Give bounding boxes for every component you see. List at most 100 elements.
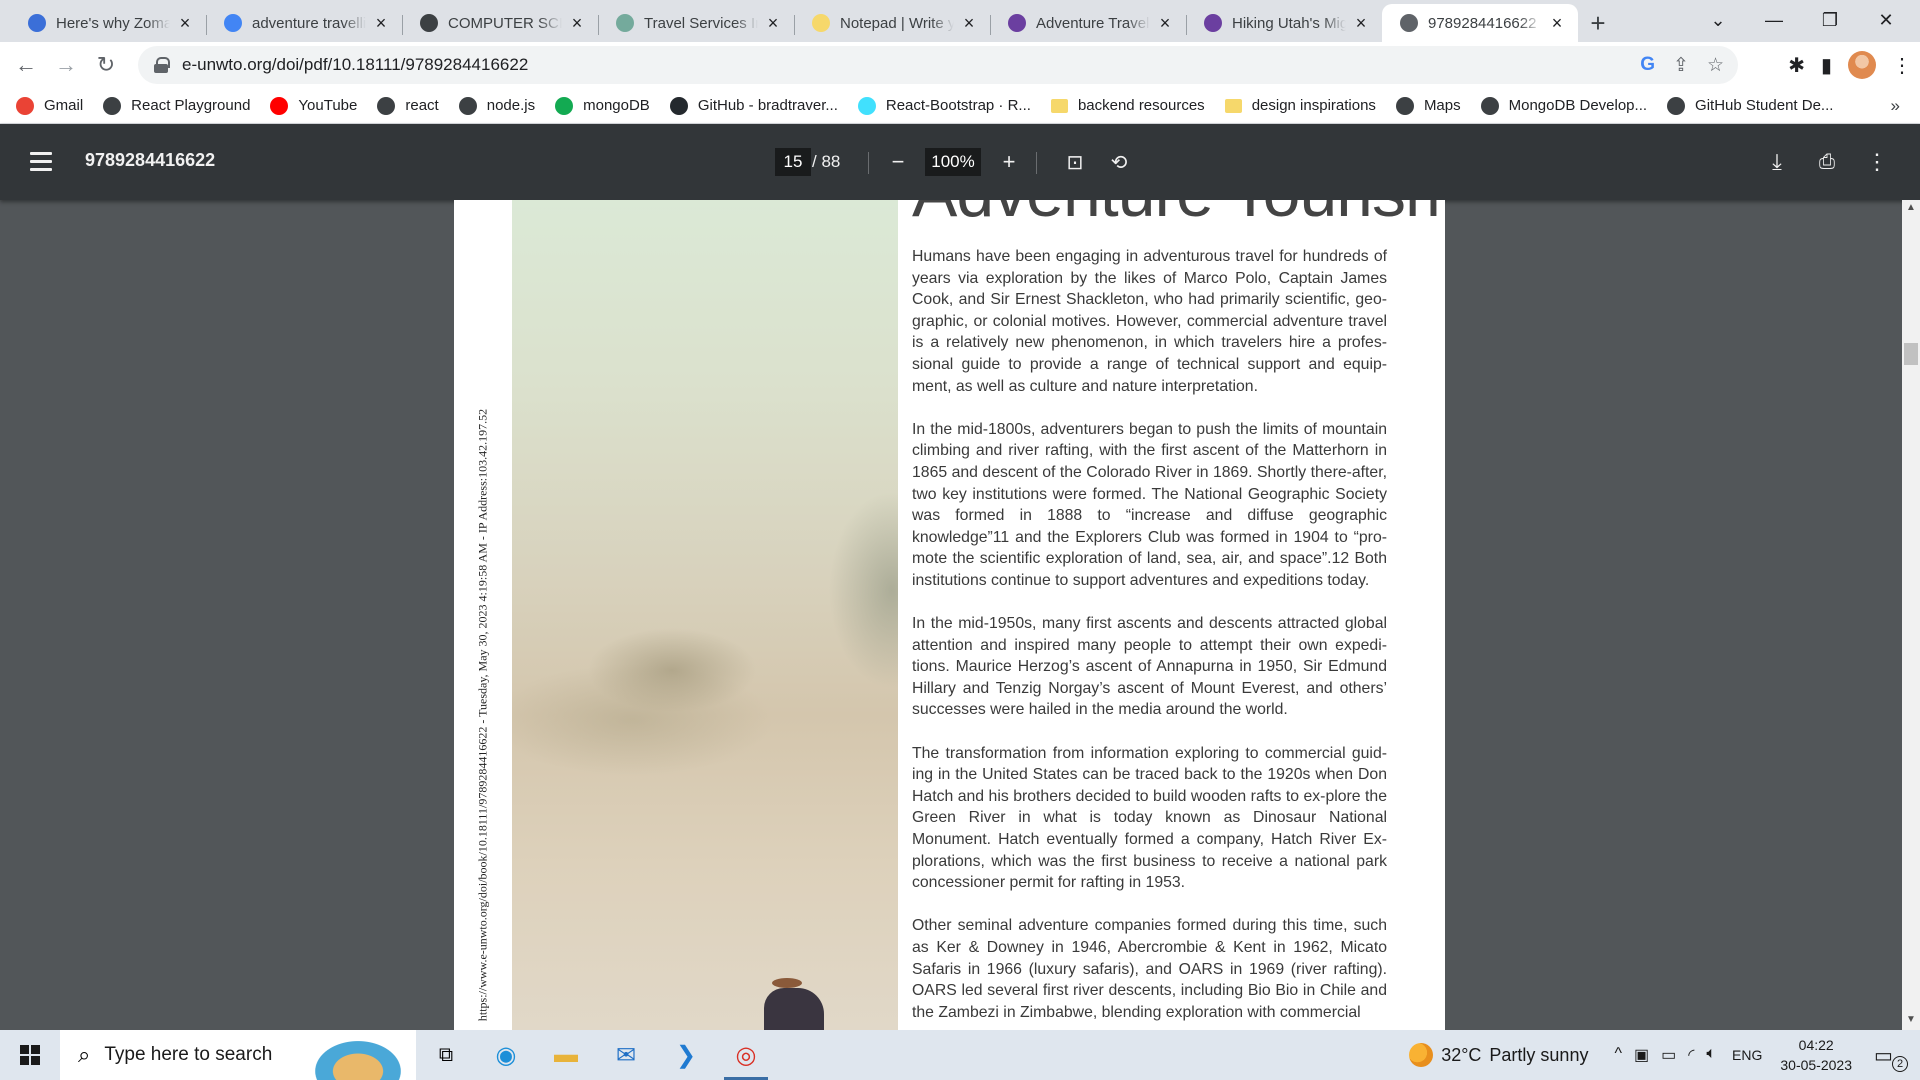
bookmark-item[interactable]: node.js	[458, 96, 535, 115]
google-lens-icon[interactable]: G	[1640, 54, 1655, 76]
reload-icon[interactable]: ↻	[86, 45, 126, 85]
edge-browser-icon[interactable]: ◉	[476, 1030, 536, 1080]
browser-tab[interactable]: Notepad | Write your ×	[794, 4, 990, 42]
browser-tab[interactable]: Travel Services Inc ×	[598, 4, 794, 42]
meet-now-icon[interactable]: ▣	[1634, 1045, 1649, 1065]
bookmark-label: Gmail	[44, 97, 84, 114]
chrome-menu-icon[interactable]: ⋮	[1892, 53, 1912, 78]
profile-avatar[interactable]	[1848, 51, 1876, 79]
bookmark-item[interactable]: backend resources	[1050, 97, 1205, 114]
back-arrow-icon[interactable]: ←	[6, 45, 46, 85]
url-text[interactable]: e-unwto.org/doi/pdf/10.18111/97892844166…	[182, 55, 528, 75]
scrollbar-thumb[interactable]	[1904, 343, 1918, 365]
bookmarks-bar: Gmail React Playground YouTube react node.js…	[0, 88, 1920, 124]
restore-icon[interactable]: ❐	[1802, 0, 1858, 40]
pdf-more-icon[interactable]: ⋮	[1861, 146, 1893, 178]
mongodb-icon	[555, 96, 574, 115]
tab-close-icon[interactable]: ×	[176, 13, 194, 33]
bookmark-item[interactable]: GitHub Student De...	[1667, 96, 1833, 115]
mail-icon[interactable]: ✉	[596, 1030, 656, 1080]
windows-start-button[interactable]	[0, 1030, 60, 1080]
news-icon	[28, 14, 46, 32]
tab-close-icon[interactable]: ×	[568, 13, 586, 33]
notification-center-icon[interactable]: ▭ 2	[1874, 1043, 1908, 1072]
bookmark-item[interactable]: Maps	[1395, 96, 1461, 115]
bookmark-item[interactable]: Gmail	[16, 96, 84, 115]
bookmark-list: Gmail React Playground YouTube react node.js…	[16, 96, 1853, 115]
lock-icon[interactable]	[154, 57, 170, 73]
bookmark-item[interactable]: design inspirations	[1224, 97, 1376, 114]
print-icon[interactable]: ⎙	[1811, 146, 1843, 178]
page-number-input[interactable]: 15	[775, 148, 811, 176]
zoom-in-icon[interactable]: +	[993, 146, 1025, 178]
tab-close-icon[interactable]: ×	[1156, 13, 1174, 33]
bookmark-item[interactable]: YouTube	[270, 96, 358, 115]
close-window-icon[interactable]: ✕	[1858, 0, 1914, 40]
bookmark-item[interactable]: React Playground	[103, 96, 250, 115]
zoom-out-icon[interactable]: −	[882, 146, 914, 178]
vertical-scrollbar[interactable]: ▲ ▼	[1902, 200, 1920, 1030]
bookmark-label: Maps	[1423, 97, 1461, 114]
search-icon: ⌕	[78, 1042, 91, 1067]
globe-icon	[1395, 96, 1414, 115]
scroll-down-arrow-icon[interactable]: ▼	[1902, 1014, 1920, 1030]
bookmarks-overflow-icon[interactable]: »	[1891, 96, 1900, 116]
bookmark-label: backend resources	[1077, 97, 1205, 114]
browser-tab[interactable]: adventure travelling ×	[206, 4, 402, 42]
partly-sunny-icon	[1409, 1043, 1434, 1067]
body-paragraph: In the mid-1800s, adventurers began to p…	[912, 420, 1387, 589]
browser-tab[interactable]: Here's why Zomato ×	[10, 4, 206, 42]
fit-to-page-icon[interactable]: ⊡	[1059, 146, 1091, 178]
boatman-figure	[764, 978, 834, 1030]
browser-tab[interactable]: COMPUTER SCIENCE ×	[402, 4, 598, 42]
bookmark-item[interactable]: mongoDB	[555, 96, 650, 115]
volume-icon[interactable]: 🔈︎	[1706, 1045, 1716, 1065]
tab-strip: Here's why Zomato×adventure travelling×C…	[0, 0, 1920, 42]
search-placeholder[interactable]: Type here to search	[104, 1044, 272, 1066]
extensions-puzzle-icon[interactable]: ✱	[1788, 53, 1805, 78]
task-view-icon[interactable]: ⧉	[416, 1030, 476, 1080]
rotate-icon[interactable]: ⟲	[1103, 146, 1135, 178]
bookmark-item[interactable]: MongoDB Develop...	[1480, 96, 1647, 115]
bookmark-label: YouTube	[298, 97, 358, 114]
download-icon[interactable]: ⤓	[1761, 146, 1793, 178]
side-panel-icon[interactable]: ▮	[1821, 53, 1832, 78]
bookmark-item[interactable]: GitHub - bradtraver...	[669, 96, 838, 115]
address-bar[interactable]: e-unwto.org/doi/pdf/10.18111/97892844166…	[138, 46, 1738, 84]
tab-search-icon[interactable]: ⌄	[1690, 0, 1746, 40]
pdf-sidebar-menu-icon[interactable]	[30, 152, 52, 172]
tab-close-icon[interactable]: ×	[1352, 13, 1370, 33]
forward-arrow-icon[interactable]: →	[46, 45, 86, 85]
new-tab-button[interactable]: +	[1578, 4, 1618, 42]
browser-tab[interactable]: Hiking Utah's Mighty ×	[1186, 4, 1382, 42]
browser-tab[interactable]: 9789284416622 ×	[1382, 4, 1578, 42]
zoom-level-input[interactable]: 100%	[925, 148, 981, 176]
share-icon[interactable]: ⇪	[1673, 54, 1689, 77]
scroll-up-arrow-icon[interactable]: ▲	[1902, 202, 1920, 218]
file-explorer-icon[interactable]: ▬	[536, 1030, 596, 1080]
copilot-icon	[1008, 14, 1026, 32]
tab-title: 9789284416622	[1428, 14, 1537, 32]
show-hidden-icons-chevron-icon[interactable]: ^	[1614, 1045, 1622, 1065]
chrome-taskbar-icon[interactable]: ◎	[716, 1030, 776, 1080]
vscode-icon[interactable]: ❯	[656, 1030, 716, 1080]
clock[interactable]: 04:22 30-05-2023	[1780, 1035, 1852, 1075]
battery-icon[interactable]: ▭	[1661, 1045, 1676, 1065]
notification-count: 2	[1892, 1055, 1908, 1072]
tab-close-icon[interactable]: ×	[764, 13, 782, 33]
tab-close-icon[interactable]: ×	[960, 13, 978, 33]
tab-title: Notepad | Write your	[840, 14, 954, 32]
clock-date: 30-05-2023	[1780, 1057, 1852, 1073]
minimize-icon[interactable]: —	[1746, 0, 1802, 40]
bookmark-item[interactable]: React-Bootstrap · R...	[857, 96, 1031, 115]
browser-tab[interactable]: Adventure Travel ×	[990, 4, 1186, 42]
tab-close-icon[interactable]: ×	[1548, 13, 1566, 33]
language-indicator[interactable]: ENG	[1732, 1047, 1762, 1063]
bookmark-star-icon[interactable]: ☆	[1707, 54, 1724, 77]
bookmark-item[interactable]: react	[377, 96, 439, 115]
search-highlight-image[interactable]	[308, 1036, 408, 1080]
weather-widget[interactable]: 32°C Partly sunny	[1409, 1043, 1588, 1067]
tab-close-icon[interactable]: ×	[372, 13, 390, 33]
wifi-icon[interactable]: ◜	[1688, 1045, 1694, 1065]
taskbar-search[interactable]: ⌕ Type here to search	[60, 1030, 416, 1080]
